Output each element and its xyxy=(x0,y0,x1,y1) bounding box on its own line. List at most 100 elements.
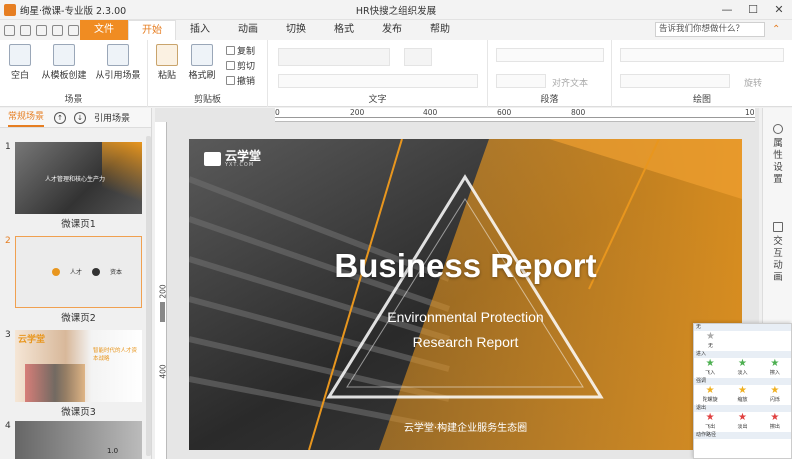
ruler-label: 200 xyxy=(350,108,365,117)
align-buttons[interactable] xyxy=(496,74,546,88)
rotate-label[interactable]: 旋转 xyxy=(744,76,762,89)
star-icon: ★ xyxy=(738,358,747,369)
drawing-group-label: 绘图 xyxy=(692,95,711,105)
minimize-button[interactable]: — xyxy=(714,0,740,20)
format-painter-label: 格式刷 xyxy=(188,71,216,81)
section-none: 无 xyxy=(694,324,791,331)
paste-button[interactable]: 粘贴 xyxy=(152,44,182,81)
undo-label: 撤销 xyxy=(237,77,256,87)
undo-small-icon xyxy=(226,76,235,85)
from-reference-label: 从引用场景 xyxy=(95,71,141,81)
tab-format[interactable]: 格式 xyxy=(320,20,368,40)
upload-icon[interactable] xyxy=(20,24,31,36)
from-reference-button[interactable]: 从引用场景 xyxy=(90,44,146,81)
slide-background xyxy=(189,139,742,450)
anim-fly-out[interactable]: ★ 飞出 xyxy=(694,412,726,432)
from-template-button[interactable]: 从模板创建 xyxy=(38,44,90,81)
settings-icon[interactable] xyxy=(36,24,47,36)
shape-buttons[interactable] xyxy=(620,74,730,88)
tab-normal-scenes[interactable]: 常规场景 xyxy=(8,109,45,127)
star-icon: ★ xyxy=(738,412,747,423)
properties-label: 属性设置 xyxy=(773,138,783,185)
star-icon: ★ xyxy=(738,385,747,396)
tab-animation[interactable]: 动画 xyxy=(224,20,272,40)
paste-icon xyxy=(156,44,178,66)
slide-thumbnail: 人才管理和核心生产力 xyxy=(15,142,142,214)
cut-icon xyxy=(226,61,235,70)
anim-label: 飞入 xyxy=(705,370,716,376)
properties-panel-button[interactable]: 属性设置 xyxy=(763,124,792,186)
slide-subtitle-line2[interactable]: Research Report xyxy=(189,334,742,350)
maximize-button[interactable]: ☐ xyxy=(740,0,766,20)
tab-help[interactable]: 帮助 xyxy=(416,20,464,40)
undo-icon[interactable] xyxy=(52,24,63,36)
section-emphasis: 强调 xyxy=(694,378,791,385)
slide-caption: 微课页1 xyxy=(61,219,96,230)
slide-number: 3 xyxy=(5,330,11,340)
anim-label: 擦出 xyxy=(769,424,780,430)
slide-footer[interactable]: 云学堂·构建企业服务生态圈 xyxy=(189,419,742,434)
interaction-animation-button[interactable]: 交互动画 xyxy=(763,222,792,284)
slide-list-item[interactable]: 1 人才管理和核心生产力 微课页1 xyxy=(0,142,146,232)
close-button[interactable]: ✕ xyxy=(766,0,792,20)
blank-scene-button[interactable]: 空白 xyxy=(6,44,34,81)
ruler-label: 400 xyxy=(158,364,168,379)
font-size-select[interactable] xyxy=(404,48,432,66)
copy-label: 复制 xyxy=(237,47,256,57)
clipboard-group-label: 剪贴板 xyxy=(193,95,221,105)
ruler-ticks xyxy=(275,117,755,118)
anim-label: 缩放 xyxy=(737,397,748,403)
slide-list-item[interactable]: 3 云学堂 智能时代的人才资本战略 微课页3 xyxy=(0,330,146,420)
copy-button[interactable]: 复制 xyxy=(226,44,255,57)
anim-wipe-out[interactable]: ★ 擦出 xyxy=(759,412,791,432)
anim-fade-out[interactable]: ★ 淡出 xyxy=(726,412,758,432)
undo-button[interactable]: 撤销 xyxy=(226,74,255,87)
collapse-ribbon-icon[interactable]: ⌃ xyxy=(772,24,780,35)
anim-wipe-in[interactable]: ★ 擦入 xyxy=(759,358,791,378)
ruler-label: 800 xyxy=(571,108,586,117)
align-text-label[interactable]: 对齐文本 xyxy=(552,76,588,89)
tab-insert[interactable]: 插入 xyxy=(176,20,224,40)
ruler-marker xyxy=(160,302,165,322)
cut-button[interactable]: 剪切 xyxy=(226,59,255,72)
anim-fade-in[interactable]: ★ 淡入 xyxy=(726,358,758,378)
save-icon[interactable] xyxy=(4,24,15,36)
scene-pane-scrollbar[interactable] xyxy=(146,136,151,456)
ruler-label: 10 xyxy=(745,108,755,117)
slide-caption: 微课页2 xyxy=(61,313,96,324)
slide-canvas[interactable]: 云学堂 YXT.COM Business Report Environmenta… xyxy=(189,139,742,450)
format-painter-button[interactable]: 格式刷 xyxy=(186,44,218,81)
slide-logo-text: 云学堂 xyxy=(225,149,262,163)
slide-title[interactable]: Business Report xyxy=(189,247,742,285)
font-family-select[interactable] xyxy=(278,48,390,66)
app-logo-icon xyxy=(4,3,16,16)
slide-subtitle-line1[interactable]: Environmental Protection xyxy=(189,309,742,325)
tab-reference-scenes[interactable]: 引用场景 xyxy=(94,111,130,124)
cut-label: 剪切 xyxy=(237,62,256,72)
slide-list-item[interactable]: 4 1.0 xyxy=(0,421,146,459)
animation-gallery: 无 ★ 无 进入 ★ 飞入 ★ 淡入 ★ 擦入 强调 ★ 陀螺旋 ★ 缩放 ★ 闪烁 退出 … xyxy=(693,323,792,459)
text-group-label: 文字 xyxy=(368,95,387,105)
list-buttons[interactable] xyxy=(496,48,604,62)
anim-zoom[interactable]: ★ 缩放 xyxy=(726,385,758,405)
quick-access-toolbar xyxy=(4,24,80,36)
slide-list-item[interactable]: 2 人才 资本 微课页2 xyxy=(0,236,146,326)
move-down-icon[interactable]: ↓ xyxy=(74,111,87,124)
tell-me-search[interactable]: 告诉我们你想做什么？ xyxy=(655,22,765,37)
anim-blink[interactable]: ★ 闪烁 xyxy=(759,385,791,405)
anim-none[interactable]: ★ 无 xyxy=(694,331,727,351)
tab-file[interactable]: 文件 xyxy=(80,20,128,40)
anim-fly-in[interactable]: ★ 飞入 xyxy=(694,358,726,378)
arrange-buttons[interactable] xyxy=(620,48,784,62)
anim-label: 淡入 xyxy=(737,370,748,376)
move-up-icon[interactable]: ↑ xyxy=(54,111,67,124)
section-motion-path: 动作路径 xyxy=(694,432,791,439)
tab-home[interactable]: 开始 xyxy=(128,20,176,40)
redo-icon[interactable] xyxy=(68,24,79,36)
interaction-animation-label: 交互动画 xyxy=(773,236,783,283)
tab-publish[interactable]: 发布 xyxy=(368,20,416,40)
gear-icon xyxy=(773,124,783,134)
text-format-buttons[interactable] xyxy=(278,74,478,88)
anim-spin[interactable]: ★ 陀螺旋 xyxy=(694,385,726,405)
tab-transition[interactable]: 切换 xyxy=(272,20,320,40)
